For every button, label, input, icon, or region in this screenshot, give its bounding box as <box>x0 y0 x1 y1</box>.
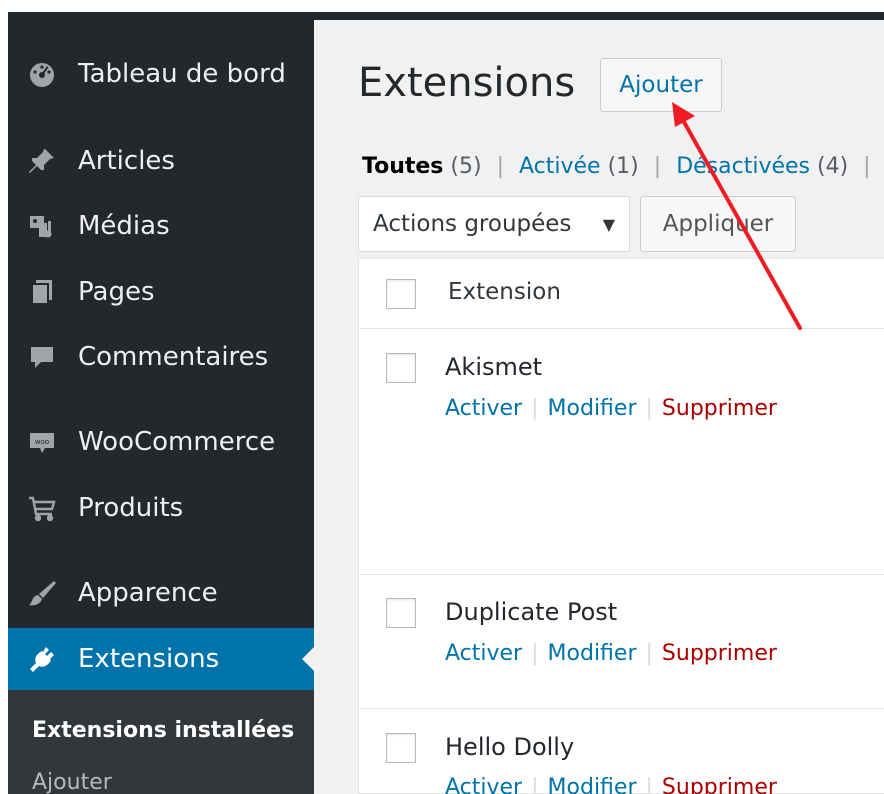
brush-icon <box>22 578 62 608</box>
filter-active-count: (1) <box>607 154 639 179</box>
woocommerce-icon: woo <box>22 427 62 457</box>
caret-down-icon: ▼ <box>602 215 615 234</box>
plugin-name: Akismet <box>445 353 543 381</box>
table-header: Extension <box>359 259 884 329</box>
sidebar-item-label: Produits <box>78 493 184 523</box>
sidebar-item-label: Médias <box>78 211 170 241</box>
sidebar-item-extensions[interactable]: Extensions <box>8 628 314 690</box>
row-actions: Activer | Modifier | Supprimer <box>445 396 777 421</box>
sidebar-item-label: Pages <box>78 277 155 307</box>
edit-link[interactable]: Modifier <box>548 396 637 421</box>
action-separator: | <box>531 396 539 421</box>
sidebar-item-apparence[interactable]: Apparence <box>8 565 314 621</box>
row-actions: Activer | Modifier | Supprimer <box>445 641 777 666</box>
delete-link[interactable]: Supprimer <box>662 775 777 794</box>
bulk-actions-select[interactable]: Actions groupées ▼ <box>358 196 630 252</box>
submenu-item-installed[interactable]: Extensions installées <box>32 718 294 743</box>
bulk-actions-value: Actions groupées <box>373 211 572 237</box>
plugins-table: Extension Akismet Activer | Modifier | Suppr… <box>358 258 884 794</box>
column-header-extension: Extension <box>448 279 561 305</box>
select-all-checkbox[interactable] <box>386 279 416 309</box>
filter-separator: | <box>653 154 662 179</box>
apply-button[interactable]: Appliquer <box>640 196 796 252</box>
extensions-submenu: Extensions installées Ajouter <box>8 690 314 794</box>
sidebar-item-woocommerce[interactable]: woo WooCommerce <box>8 414 314 470</box>
page-title: Extensions <box>358 60 576 106</box>
delete-link[interactable]: Supprimer <box>662 396 777 421</box>
row-checkbox[interactable] <box>386 598 416 628</box>
table-row: Hello Dolly Activer | Modifier | Supprimer <box>359 709 884 794</box>
action-separator: | <box>645 775 653 794</box>
filter-all[interactable]: Toutes <box>362 154 443 179</box>
plugin-name: Hello Dolly <box>445 733 575 761</box>
filter-all-count: (5) <box>450 154 482 179</box>
main-content: Extensions Ajouter Toutes (5) | Activée … <box>314 20 884 794</box>
admin-bar <box>8 12 884 20</box>
activate-link[interactable]: Activer <box>445 775 522 794</box>
plugin-status-filters: Toutes (5) | Activée (1) | Désactivées (… <box>362 154 879 179</box>
activate-link[interactable]: Activer <box>445 396 522 421</box>
action-separator: | <box>645 641 653 666</box>
filter-inactive-count: (4) <box>817 154 849 179</box>
current-menu-arrow <box>302 647 314 671</box>
row-checkbox[interactable] <box>386 733 416 763</box>
action-separator: | <box>645 396 653 421</box>
sidebar-item-articles[interactable]: Articles <box>8 133 314 189</box>
activate-link[interactable]: Activer <box>445 641 522 666</box>
table-row: Akismet Activer | Modifier | Supprimer <box>359 329 884 575</box>
plugin-name: Duplicate Post <box>445 598 618 626</box>
sidebar-item-label: Articles <box>78 146 175 176</box>
sidebar-item-label: WooCommerce <box>78 427 276 457</box>
pages-icon <box>22 277 62 307</box>
cart-icon <box>22 493 62 523</box>
sidebar-item-commentaires[interactable]: Commentaires <box>8 329 314 385</box>
comment-icon <box>22 342 62 372</box>
screenshot-frame: Tableau de bord Articles Médias Pages Co… <box>0 0 884 794</box>
filter-separator: | <box>863 154 871 179</box>
filter-separator: | <box>496 154 504 179</box>
media-icon <box>22 211 62 241</box>
sidebar-item-dashboard[interactable]: Tableau de bord <box>8 46 314 102</box>
action-separator: | <box>531 775 539 794</box>
svg-text:woo: woo <box>35 438 49 446</box>
sidebar-item-medias[interactable]: Médias <box>8 198 314 254</box>
dashboard-icon <box>22 59 62 89</box>
plugin-icon <box>22 644 62 674</box>
submenu-item-add[interactable]: Ajouter <box>32 770 112 794</box>
sidebar-item-label: Apparence <box>78 578 218 608</box>
sidebar-item-label: Tableau de bord <box>78 59 286 89</box>
filter-inactive[interactable]: Désactivées <box>676 154 810 179</box>
sidebar-item-produits[interactable]: Produits <box>8 480 314 536</box>
sidebar-item-label: Commentaires <box>78 342 269 372</box>
admin-sidebar: Tableau de bord Articles Médias Pages Co… <box>8 20 314 794</box>
row-actions: Activer | Modifier | Supprimer <box>445 775 777 794</box>
sidebar-item-pages[interactable]: Pages <box>8 264 314 320</box>
row-checkbox[interactable] <box>386 353 416 383</box>
table-row: Duplicate Post Activer | Modifier | Supprime… <box>359 575 884 709</box>
edit-link[interactable]: Modifier <box>548 641 637 666</box>
delete-link[interactable]: Supprimer <box>662 641 777 666</box>
action-separator: | <box>531 641 539 666</box>
edit-link[interactable]: Modifier <box>548 775 637 794</box>
pin-icon <box>22 146 62 176</box>
add-new-plugin-button[interactable]: Ajouter <box>600 58 722 112</box>
sidebar-item-label: Extensions <box>78 644 220 674</box>
filter-active[interactable]: Activée <box>519 154 601 179</box>
